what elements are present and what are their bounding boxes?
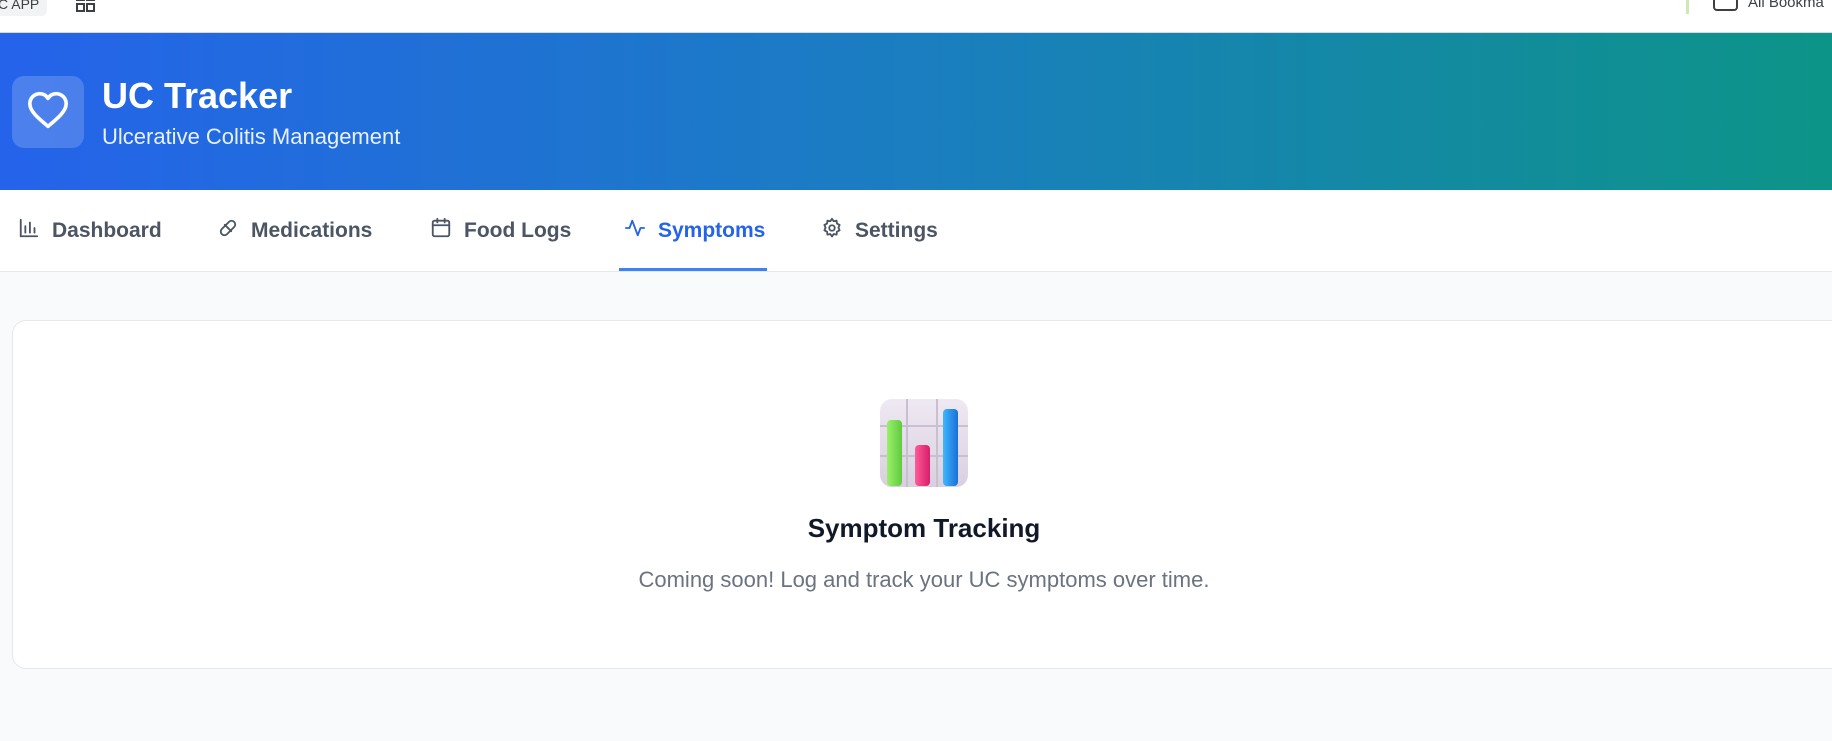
bookmark-app-chip[interactable]: C APP bbox=[0, 0, 48, 16]
app-header: UC Tracker Ulcerative Colitis Management bbox=[0, 33, 1832, 190]
gear-icon bbox=[821, 217, 843, 245]
empty-state-title: Symptom Tracking bbox=[807, 513, 1041, 543]
folder-icon[interactable] bbox=[1713, 0, 1739, 17]
heart-icon bbox=[26, 90, 70, 135]
app-subtitle: Ulcerative Colitis Management bbox=[102, 124, 401, 149]
apps-grid-icon[interactable] bbox=[76, 0, 96, 18]
symptoms-card bbox=[12, 320, 1832, 669]
app-title: UC Tracker bbox=[102, 75, 293, 116]
tab-dashboard[interactable]: Dashboard bbox=[18, 190, 162, 271]
tab-label: Dashboard bbox=[52, 218, 162, 242]
bookmarks-divider bbox=[1686, 0, 1689, 14]
tab-label: Settings bbox=[855, 218, 938, 242]
tab-label: Food Logs bbox=[464, 218, 572, 242]
app-logo bbox=[12, 76, 84, 148]
bookmarks-bar: C APP All Bookma bbox=[0, 0, 1832, 33]
pill-icon bbox=[217, 217, 239, 245]
nav-tabs: Dashboard Medications Food Logs Symptoms bbox=[0, 190, 1832, 272]
tab-symptoms[interactable]: Symptoms bbox=[624, 190, 765, 271]
active-tab-indicator bbox=[619, 268, 767, 271]
activity-icon bbox=[624, 217, 646, 245]
tab-medications[interactable]: Medications bbox=[217, 190, 372, 271]
bar-chart-emoji-icon bbox=[879, 398, 969, 493]
tab-settings[interactable]: Settings bbox=[821, 190, 938, 271]
tab-label: Medications bbox=[251, 218, 373, 242]
tab-food-logs[interactable]: Food Logs bbox=[430, 190, 571, 271]
tab-label: Symptoms bbox=[658, 218, 766, 242]
all-bookmarks-label[interactable]: All Bookma bbox=[1748, 0, 1824, 11]
empty-state-description: Coming soon! Log and track your UC sympt… bbox=[638, 567, 1210, 592]
calendar-icon bbox=[430, 217, 452, 245]
bar-chart-icon bbox=[18, 217, 40, 245]
